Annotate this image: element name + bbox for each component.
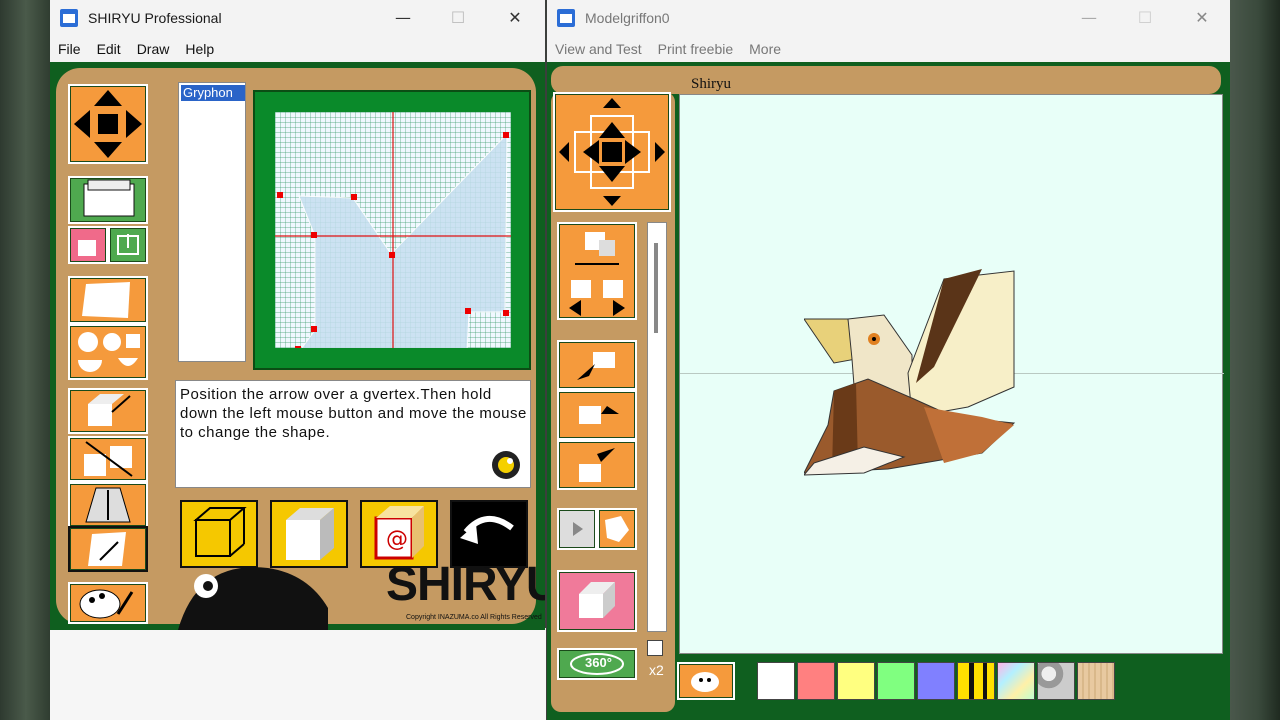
dpad-icon <box>74 90 142 158</box>
box-small-icon <box>78 240 96 256</box>
resize-button[interactable] <box>68 436 148 482</box>
open-folder-button[interactable] <box>68 176 148 224</box>
view-label: Shiryu <box>691 76 732 92</box>
brand-logo: SHIRYU <box>386 558 545 611</box>
arrow-box-icon <box>579 406 619 424</box>
scroll-thumb[interactable] <box>654 243 658 333</box>
reset-box-icon <box>579 582 615 618</box>
cut-icon <box>88 532 126 566</box>
x2-checkbox[interactable] <box>647 640 663 656</box>
shiryu-professional-window: SHIRYU Professional — ☐ ✕ File Edit Draw He… <box>50 0 545 630</box>
maximize-button[interactable]: ☐ <box>1125 6 1165 30</box>
menu-help[interactable]: Help <box>177 36 222 62</box>
taper-button[interactable] <box>68 482 148 528</box>
zoom-label: x2 <box>649 662 664 678</box>
swatch-yellow[interactable] <box>837 662 875 700</box>
menu-edit[interactable]: Edit <box>89 36 129 62</box>
editor-canvas: Gryphon Position the arrow over a gverte… <box>50 62 545 630</box>
title-bar[interactable]: Modelgriffon0 — ☐ ✕ <box>547 0 1230 36</box>
decorative-panel <box>551 66 1221 94</box>
swatch-stone[interactable] <box>1037 662 1075 700</box>
taper-icon <box>85 487 131 523</box>
rotate-360-button[interactable]: 360° <box>557 648 637 680</box>
dpad-button[interactable] <box>68 84 148 164</box>
palette-button[interactable] <box>68 582 148 624</box>
flip-button[interactable] <box>557 222 637 320</box>
title-bar[interactable]: SHIRYU Professional — ☐ ✕ <box>50 0 545 36</box>
shapes-button[interactable] <box>68 324 148 380</box>
animate-button[interactable] <box>597 508 637 550</box>
swatch-pastel[interactable] <box>997 662 1035 700</box>
swatch-red[interactable] <box>797 662 835 700</box>
move-front-button[interactable] <box>557 340 637 390</box>
parts-list[interactable]: Gryphon <box>178 82 246 362</box>
window-title: SHIRYU Professional <box>88 10 222 26</box>
swatch-blue[interactable] <box>917 662 955 700</box>
shape-editor-grid[interactable] <box>253 90 531 370</box>
help-message: Position the arrow over a gvertex.Then h… <box>180 386 527 441</box>
rotate-label: 360° <box>585 655 612 670</box>
close-button[interactable]: ✕ <box>495 6 535 30</box>
desktop-background-left <box>0 0 52 720</box>
menu-draw[interactable]: Draw <box>129 36 178 62</box>
minimize-button[interactable]: — <box>383 6 423 30</box>
menu-view-and-test[interactable]: View and Test <box>547 36 650 62</box>
app-icon <box>557 9 575 27</box>
svg-text:@: @ <box>386 527 408 552</box>
copyright-text: Copyright INAZUMA.co All Rights Reserved <box>406 614 542 621</box>
minimize-button[interactable]: — <box>1069 6 1109 30</box>
camera-dpad-button[interactable] <box>553 92 671 212</box>
desktop-background-right <box>1225 0 1280 720</box>
swatch-green[interactable] <box>877 662 915 700</box>
menu-bar: View and Test Print freebie More <box>547 36 1230 62</box>
menu-print-freebie[interactable]: Print freebie <box>650 36 741 62</box>
swatch-wood[interactable] <box>1077 662 1115 700</box>
play-icon <box>573 522 583 536</box>
extrude-button[interactable] <box>68 388 148 434</box>
folder-icon <box>83 179 135 217</box>
flip-icon <box>569 232 625 316</box>
app-icon <box>60 9 78 27</box>
menu-bar: File Edit Draw Help <box>50 36 545 62</box>
swatch-white[interactable] <box>757 662 795 700</box>
window-title: Modelgriffon0 <box>585 10 670 26</box>
arrow-box-icon <box>577 352 615 380</box>
move-back-button[interactable] <box>557 390 637 440</box>
menu-file[interactable]: File <box>50 36 89 62</box>
reset-view-button[interactable] <box>557 570 637 632</box>
dpad-icon <box>559 98 665 206</box>
resize-icon <box>84 441 133 477</box>
box-icon <box>88 394 131 426</box>
grid-canvas[interactable] <box>275 112 511 348</box>
model-view-window: Modelgriffon0 — ☐ ✕ View and Test Print f… <box>547 0 1230 720</box>
arrow-box-icon <box>579 448 615 482</box>
mascot-button[interactable] <box>677 662 735 700</box>
gryphon-model <box>804 269 1016 476</box>
mascot-icon <box>691 672 719 692</box>
save-button[interactable] <box>108 226 148 264</box>
figure-icon <box>605 516 629 542</box>
close-button[interactable]: ✕ <box>1182 6 1222 30</box>
paper-icon <box>82 282 130 318</box>
help-message-box: Position the arrow over a gvertex.Then h… <box>175 380 531 488</box>
maximize-button[interactable]: ☐ <box>438 6 478 30</box>
swatch-stripes[interactable] <box>957 662 995 700</box>
shapes-icon <box>78 332 140 372</box>
viewer-canvas: Shiryu x2 360° <box>547 62 1230 720</box>
zoom-scrollbar[interactable] <box>647 222 667 632</box>
menu-more[interactable]: More <box>741 36 789 62</box>
mascot-logo-icon <box>492 451 520 479</box>
palette-icon <box>79 589 134 619</box>
list-item-selected[interactable]: Gryphon <box>181 85 245 101</box>
play-button[interactable] <box>557 508 597 550</box>
save-icon <box>117 234 139 255</box>
paper-button[interactable] <box>68 276 148 324</box>
desktop-background-bottom <box>50 628 546 720</box>
move-down-button[interactable] <box>557 440 637 490</box>
cut-button[interactable] <box>68 526 148 572</box>
new-part-button[interactable] <box>68 226 108 264</box>
3d-viewport[interactable] <box>679 94 1224 654</box>
